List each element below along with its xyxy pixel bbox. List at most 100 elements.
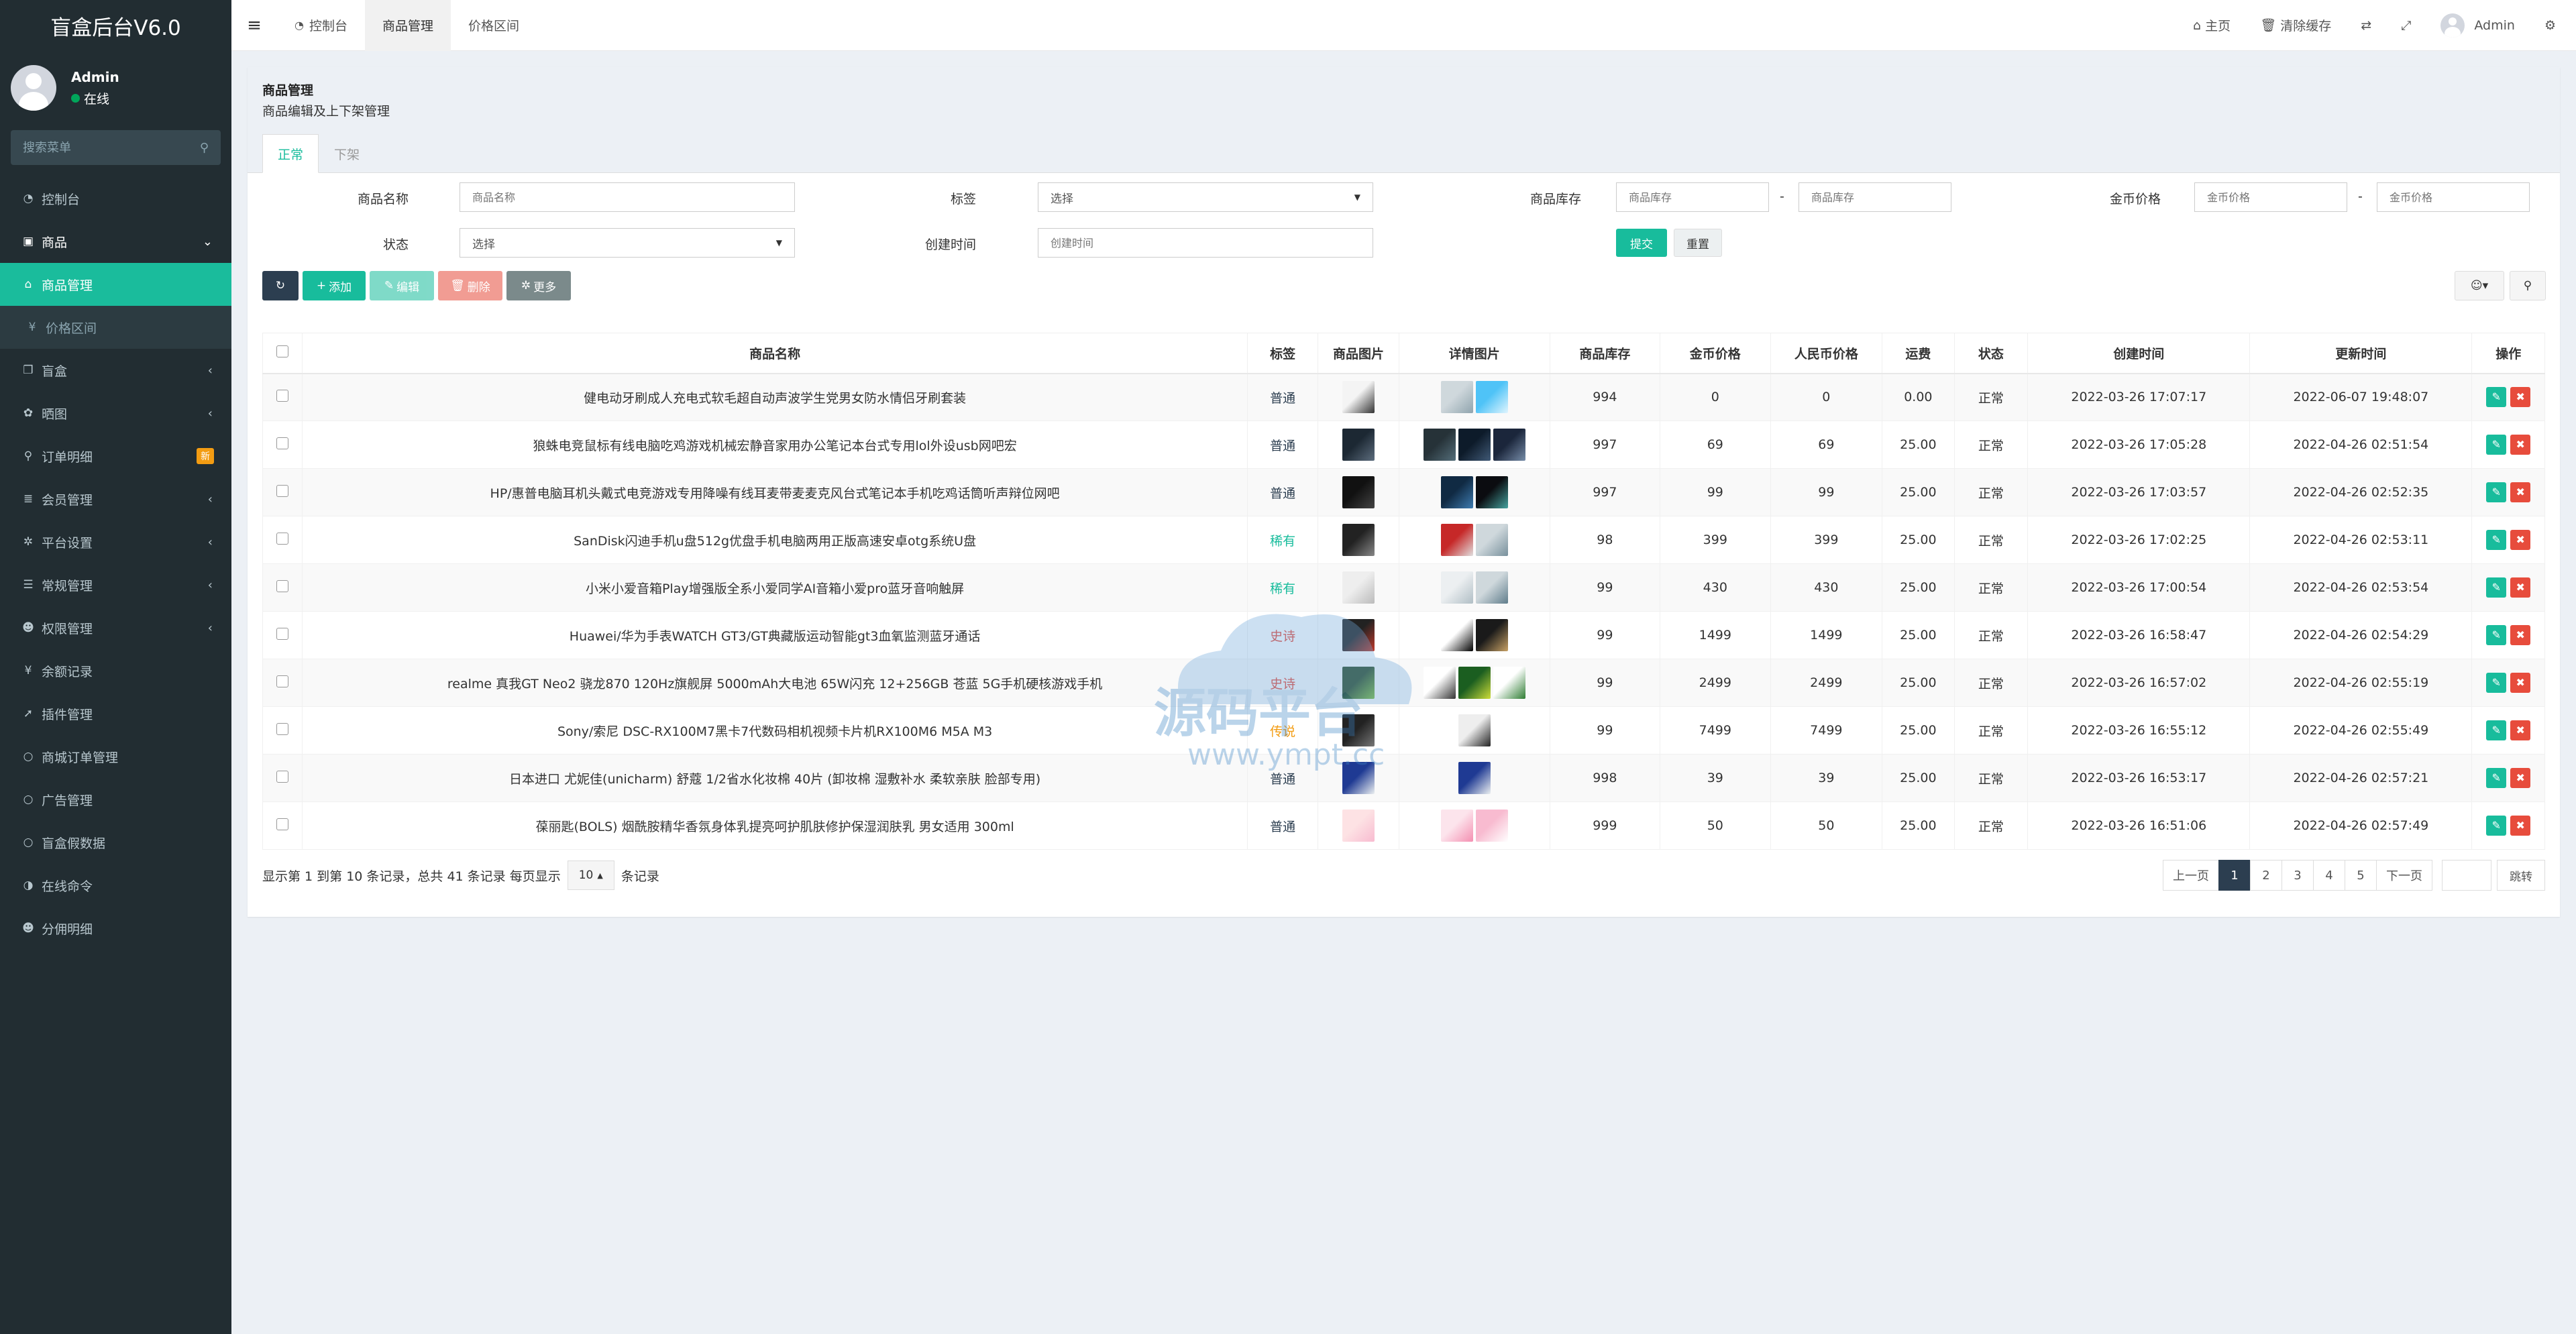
detail-image[interactable] [1475,524,1508,556]
tab-normal[interactable]: 正常 [262,134,319,173]
column-header[interactable]: 运费 [1882,333,1955,374]
column-header[interactable]: 商品库存 [1549,333,1661,374]
detail-image[interactable] [1440,619,1473,651]
table-row[interactable]: 狼蛛电竞鼠标有线电脑吃鸡游戏机械宏静音家用办公笔记本台式专用lol外设usb网吧… [262,421,2545,469]
tab-price-range[interactable]: 价格区间 [451,0,537,51]
clear-cache-button[interactable]: 🗑 清除缓存 [2245,16,2346,34]
column-header[interactable]: 商品名称 [302,333,1248,374]
search-icon[interactable]: ⚲ [200,141,209,155]
table-row[interactable]: 葆丽匙(BOLS) 烟酰胺精华香氛身体乳提亮呵护肌肤修护保湿润肤乳 男女适用 3… [262,801,2545,850]
delete-button[interactable]: 🗑 删除 [438,271,502,300]
row-checkbox[interactable] [276,675,289,687]
product-image[interactable] [1342,667,1375,699]
sidebar-item[interactable]: ⌂ 商品管理 [0,263,231,306]
column-header[interactable]: 创建时间 [2027,333,2251,374]
detail-image[interactable] [1493,667,1525,699]
row-delete-icon[interactable]: ✖ [2510,577,2531,598]
row-delete-icon[interactable]: ✖ [2510,482,2531,502]
tag-select[interactable]: 选择 ▼ [1038,182,1373,212]
sidebar-item[interactable]: ○ 商城订单管理 [0,735,231,778]
stock-max-input[interactable] [1799,182,1951,212]
detail-image[interactable] [1458,714,1491,746]
product-image[interactable] [1342,810,1375,842]
row-delete-icon[interactable]: ✖ [2510,625,2531,645]
next-page-button[interactable]: 下一页 [2376,860,2432,891]
product-image[interactable] [1342,571,1375,604]
detail-image[interactable] [1440,571,1473,604]
detail-image[interactable] [1440,381,1473,414]
settings-gear-icon[interactable]: ⚙ [2530,18,2576,33]
row-checkbox[interactable] [276,579,289,592]
more-button[interactable]: ✲ 更多 [506,271,571,300]
column-header[interactable]: 金币价格 [1660,333,1771,374]
row-checkbox[interactable] [276,532,289,545]
detail-image[interactable] [1458,762,1491,794]
row-edit-icon[interactable]: ✎ [2486,482,2507,502]
sidebar-item[interactable]: ≣ 会员管理 ‹ [0,478,231,520]
table-row[interactable]: 小米小爱音箱Play增强版全系小爱同学AI音箱小爱pro蓝牙音响触屏 稀有 99 43… [262,563,2545,612]
row-delete-icon[interactable]: ✖ [2510,720,2531,740]
row-checkbox[interactable] [276,484,289,497]
language-icon[interactable]: ⇄ [2346,18,2386,33]
reset-button[interactable]: 重置 [1674,229,1722,257]
page-button[interactable]: 5 [2345,860,2377,891]
column-header[interactable]: 更新时间 [2249,333,2473,374]
status-select[interactable]: 选择 ▼ [460,228,795,258]
detail-image[interactable] [1423,667,1456,699]
row-checkbox[interactable] [276,627,289,640]
select-all-checkbox[interactable] [276,345,289,357]
detail-image[interactable] [1475,619,1508,651]
row-edit-icon[interactable]: ✎ [2486,673,2507,693]
row-delete-icon[interactable]: ✖ [2510,387,2531,408]
refresh-button[interactable]: ↻ [262,271,299,300]
detail-image[interactable] [1475,381,1508,414]
row-edit-icon[interactable]: ✎ [2486,816,2507,836]
sidebar-item[interactable]: ¥ 价格区间 [0,306,231,349]
row-edit-icon[interactable]: ✎ [2486,720,2507,740]
row-delete-icon[interactable]: ✖ [2510,816,2531,836]
table-row[interactable]: HP/惠普电脑耳机头戴式电竞游戏专用降噪有线耳麦带麦麦克风台式笔记本手机吃鸡话筒… [262,468,2545,516]
sidebar-item[interactable]: ¥ 余额记录 [0,649,231,692]
sidebar-item[interactable]: ⚲ 订单明细 新 [0,435,231,478]
column-header[interactable]: 详情图片 [1398,333,1550,374]
sidebar-item[interactable]: ❒ 盲盒 ‹ [0,349,231,392]
row-checkbox[interactable] [276,389,289,402]
table-search-button[interactable]: ⚲ [2510,271,2546,300]
table-row[interactable]: realme 真我GT Neo2 骁龙870 120Hz旗舰屏 5000mAh大… [262,659,2545,707]
jump-button[interactable]: 跳转 [2497,860,2545,891]
column-header[interactable]: 商品图片 [1318,333,1399,374]
home-link[interactable]: ⌂ 主页 [2178,16,2245,34]
product-image[interactable] [1342,619,1375,651]
tab-product-management[interactable]: 商品管理 [364,0,451,51]
column-header[interactable]: 人民币价格 [1770,333,1883,374]
row-edit-icon[interactable]: ✎ [2486,625,2507,645]
stock-min-input[interactable] [1616,182,1769,212]
sidebar-item[interactable]: ➚ 插件管理 [0,692,231,735]
columns-toggle-button[interactable]: ☺▾ [2455,271,2504,300]
page-size-dropdown[interactable]: 10 ▲ [567,860,614,890]
row-delete-icon[interactable]: ✖ [2510,673,2531,693]
row-edit-icon[interactable]: ✎ [2486,768,2507,788]
detail-image[interactable] [1458,667,1491,699]
product-image[interactable] [1342,381,1375,414]
product-image[interactable] [1342,714,1375,746]
sidebar-item[interactable]: ○ 广告管理 [0,778,231,821]
detail-image[interactable] [1440,476,1473,508]
sidebar-item[interactable]: ◔ 控制台 [0,177,231,220]
sidebar-item[interactable]: ☻ 权限管理 ‹ [0,606,231,649]
page-button[interactable]: 4 [2313,860,2345,891]
detail-image[interactable] [1475,810,1508,842]
column-header[interactable]: 状态 [1953,333,2029,374]
sidebar-item[interactable]: ✲ 平台设置 ‹ [0,520,231,563]
row-edit-icon[interactable]: ✎ [2486,530,2507,550]
column-header[interactable]: 标签 [1247,333,1319,374]
detail-image[interactable] [1458,429,1491,461]
table-row[interactable]: SanDisk闪迪手机u盘512g优盘手机电脑两用正版高速安卓otg系统U盘 稀有… [262,516,2545,564]
menu-toggle-icon[interactable]: ≡ [231,0,277,51]
tab-offline[interactable]: 下架 [319,134,375,173]
product-image[interactable] [1342,476,1375,508]
product-name-input[interactable] [460,182,795,212]
add-button[interactable]: + 添加 [303,271,366,300]
sidebar-item[interactable]: ◑ 在线命令 [0,864,231,907]
row-edit-icon[interactable]: ✎ [2486,577,2507,598]
